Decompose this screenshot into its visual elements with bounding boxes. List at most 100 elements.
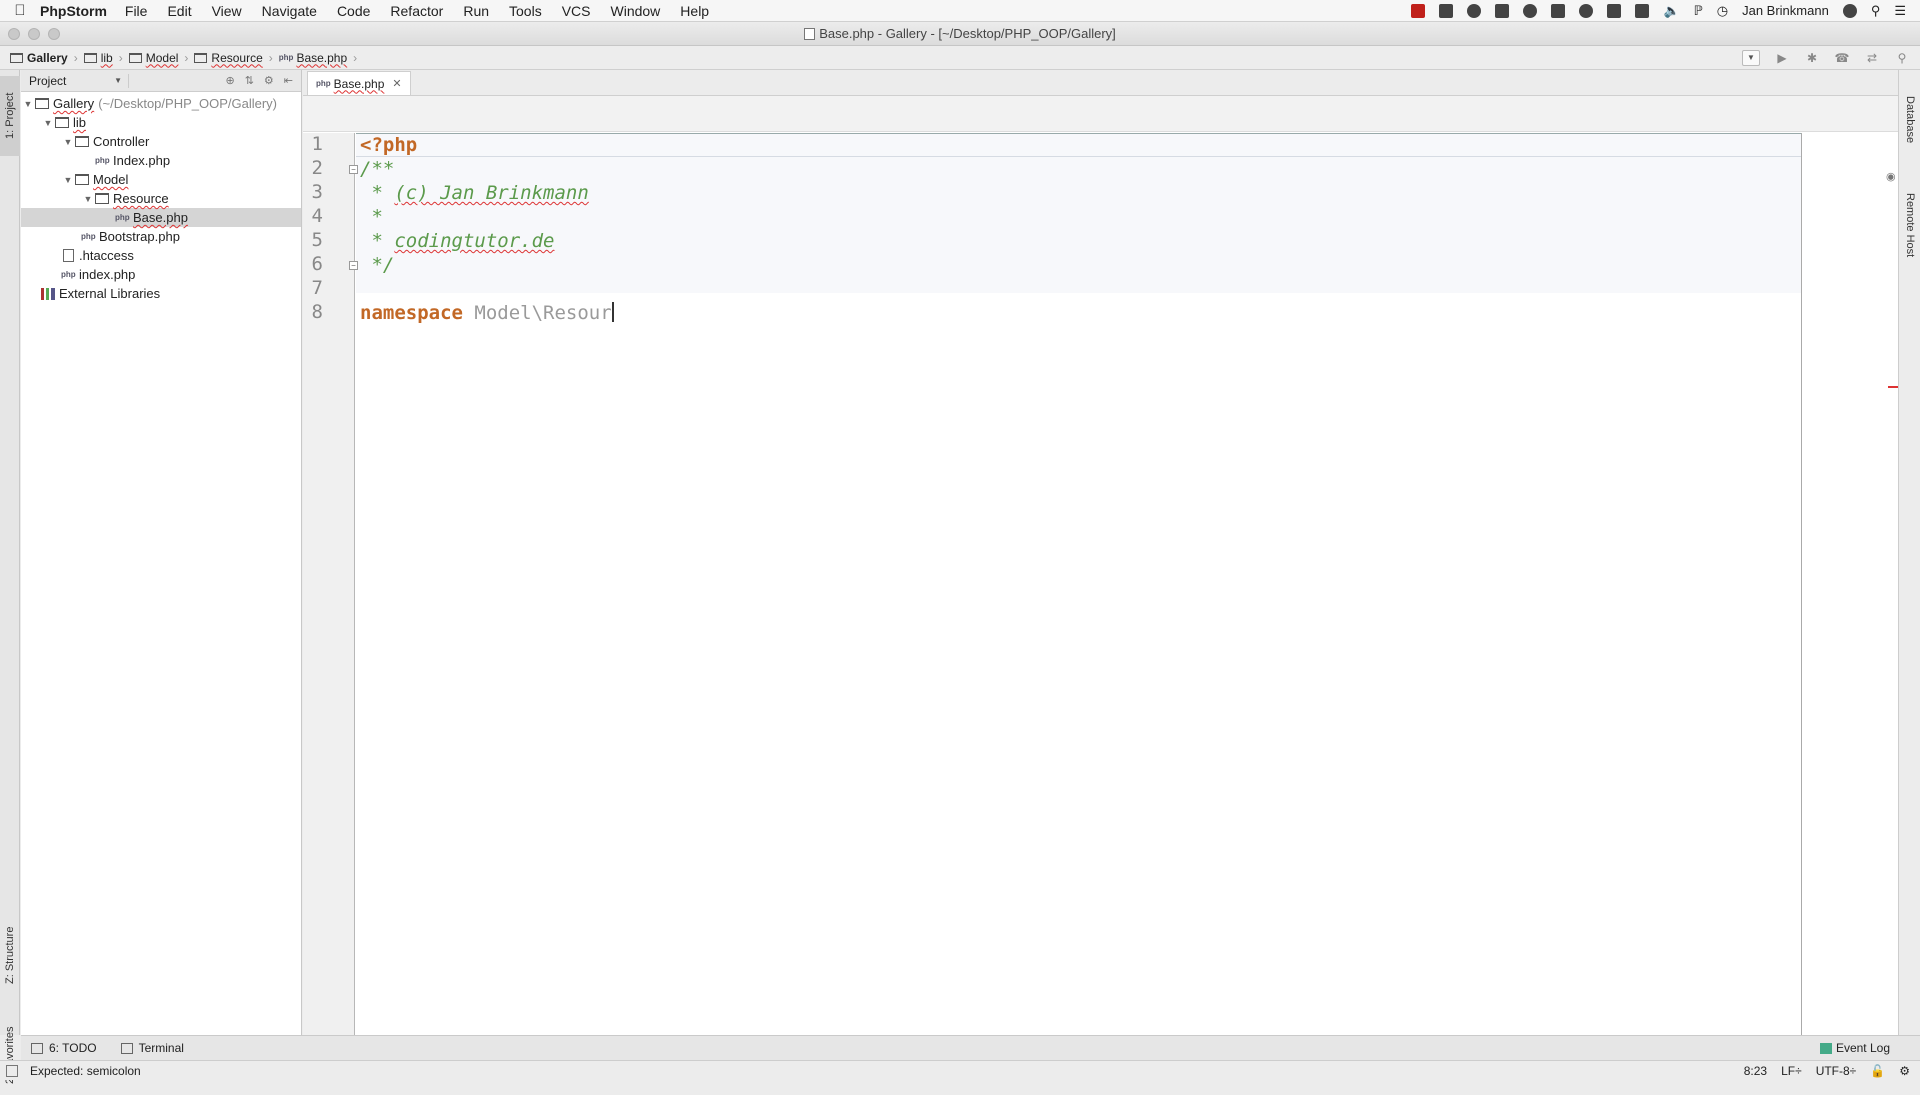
tree-node-label: Controller [93,134,150,149]
terminal-button[interactable]: Terminal [120,1041,184,1055]
code-area[interactable]: 1 2 3 4 5 6 7 8 − − <?php /** * (c) Jan … [303,133,1900,1035]
caret-position[interactable]: 8:23 [1744,1064,1767,1078]
close-window-button[interactable] [8,28,20,40]
eye-icon[interactable]: ◉ [1886,170,1896,183]
tree-node-controller[interactable]: ▼ Controller [21,132,301,151]
comment-text: * [360,182,395,204]
expand-arrow-icon[interactable]: ▼ [21,99,35,109]
todo-button[interactable]: 6: TODO [31,1041,97,1055]
tree-node-model[interactable]: ▼ Model [21,170,301,189]
lock-icon[interactable]: 🔓 [1870,1064,1885,1078]
tree-node-bootstrap-php[interactable]: php Bootstrap.php [21,227,301,246]
navigation-bar: Gallery › lib › Model › Resource › php B… [0,46,1920,70]
listen-debug-icon[interactable]: ☎ [1834,50,1850,66]
scroll-from-source-icon[interactable]: ⊕ [225,74,234,87]
run-configuration-dropdown[interactable]: ▼ [1742,49,1760,66]
tree-node-base-php[interactable]: php Base.php [21,208,301,227]
expand-arrow-icon[interactable]: ▼ [81,194,95,204]
breadcrumb-model[interactable]: Model › [128,51,188,65]
tree-node-htaccess[interactable]: .htaccess [21,246,301,265]
expand-arrow-icon[interactable]: ▼ [61,137,75,147]
fold-marker-icon[interactable]: − [349,261,358,270]
bluetooth-icon[interactable]: ℙ [1694,3,1703,19]
menu-edit[interactable]: Edit [167,3,191,19]
expand-arrow-icon[interactable]: ▼ [41,118,55,128]
app-name-menu[interactable]: PhpStorm [40,3,107,19]
menu-run[interactable]: Run [463,3,489,19]
hide-panel-icon[interactable]: ⇤ [284,74,293,87]
breadcrumb-resource[interactable]: Resource › [194,50,273,65]
bookmark-icon[interactable] [1551,3,1566,18]
spotlight-icon[interactable]: ⚲ [1871,3,1881,19]
sync-icon[interactable]: ⇄ [1864,50,1880,66]
headphones-icon[interactable] [1842,3,1857,18]
plus-icon[interactable] [1495,3,1510,18]
namespace-text: Model\Resour [462,302,612,324]
menu-file[interactable]: File [125,3,148,19]
dropbox-icon[interactable] [1439,3,1454,18]
menu-code[interactable]: Code [337,3,370,19]
menu-refactor[interactable]: Refactor [390,3,443,19]
zoom-window-button[interactable] [48,28,60,40]
tree-node-index-php[interactable]: php index.php [21,265,301,284]
evernote-icon[interactable] [1607,3,1622,18]
todo-icon [31,1042,43,1054]
breadcrumb-base-php[interactable]: php Base.php › [279,51,357,65]
debug-icon[interactable]: ✱ [1804,50,1820,66]
breadcrumb-gallery[interactable]: Gallery › [10,51,78,65]
code-line-8: namespace Model\Resour [360,301,614,325]
menu-view[interactable]: View [212,3,242,19]
fold-marker-icon[interactable]: − [349,165,358,174]
creative-cloud-icon[interactable] [1579,3,1594,18]
expand-arrow-icon[interactable]: ▼ [61,175,75,185]
line-number: 4 [311,205,323,227]
line-separator[interactable]: LF÷ [1781,1064,1802,1078]
chevron-down-icon: ▼ [114,76,122,85]
right-tool-stripe: Database Remote Host [1898,70,1920,1035]
tree-node-gallery[interactable]: ▼ Gallery (~/Desktop/PHP_OOP/Gallery) [21,94,301,113]
inspector-icon[interactable]: ⚙ [1899,1064,1910,1078]
chevron-right-icon: › [268,50,273,65]
chevron-right-icon: › [73,50,78,65]
menu-help[interactable]: Help [680,3,709,19]
editor-tab-base-php[interactable]: php Base.php ✕ [307,71,411,95]
volume-icon[interactable]: 🔈 [1663,3,1679,19]
apple-icon[interactable]:  [0,2,40,19]
search-everywhere-icon[interactable]: ⚲ [1894,50,1910,66]
tool-tab-remote-host[interactable]: Remote Host [1900,170,1920,280]
user-name[interactable]: Jan Brinkmann [1742,3,1829,18]
tree-node-lib[interactable]: ▼ lib [21,113,301,132]
menu-window[interactable]: Window [611,3,661,19]
breadcrumb-lib[interactable]: lib › [83,50,123,65]
tree-node-index-php-controller[interactable]: php Index.php [21,151,301,170]
record-icon[interactable] [1411,3,1426,18]
tree-node-label: Model [93,172,129,187]
tree-node-external-libraries[interactable]: External Libraries [21,284,301,303]
tool-tab-database[interactable]: Database [1900,80,1920,160]
tree-node-resource[interactable]: ▼ Resource [21,189,301,208]
chevron-right-icon: › [118,50,123,65]
event-log-button[interactable]: Event Log [1819,1041,1890,1055]
shield-icon[interactable] [1635,3,1650,18]
menu-navigate[interactable]: Navigate [262,3,317,19]
toggle-tool-windows-icon[interactable] [6,1064,18,1077]
info-icon[interactable] [1523,3,1538,18]
php-file-icon: php [95,156,110,165]
php-file-icon: php [61,270,76,279]
notification-center-icon[interactable]: ☰ [1894,3,1906,19]
run-icon[interactable]: ▶ [1774,50,1790,66]
tool-tab-structure[interactable]: Z: Structure [0,910,20,1000]
tool-tab-project[interactable]: 1: Project [0,76,20,156]
collapse-all-icon[interactable]: ⇅ [245,74,254,87]
close-icon[interactable]: ✕ [392,77,401,90]
leaf-icon[interactable] [1467,3,1482,18]
file-encoding[interactable]: UTF-8÷ [1816,1064,1857,1078]
project-view-select[interactable]: Project ▼ [29,73,129,88]
minimize-window-button[interactable] [28,28,40,40]
time-machine-icon[interactable]: ◷ [1717,3,1728,19]
project-panel-header: Project ▼ ⊕ ⇅ ⚙ ⇤ [21,70,301,92]
menu-vcs[interactable]: VCS [562,3,591,19]
tool-tab-favorites[interactable]: 2: Favorites [0,1015,20,1095]
menu-tools[interactable]: Tools [509,3,542,19]
gear-icon[interactable]: ⚙ [264,74,274,87]
